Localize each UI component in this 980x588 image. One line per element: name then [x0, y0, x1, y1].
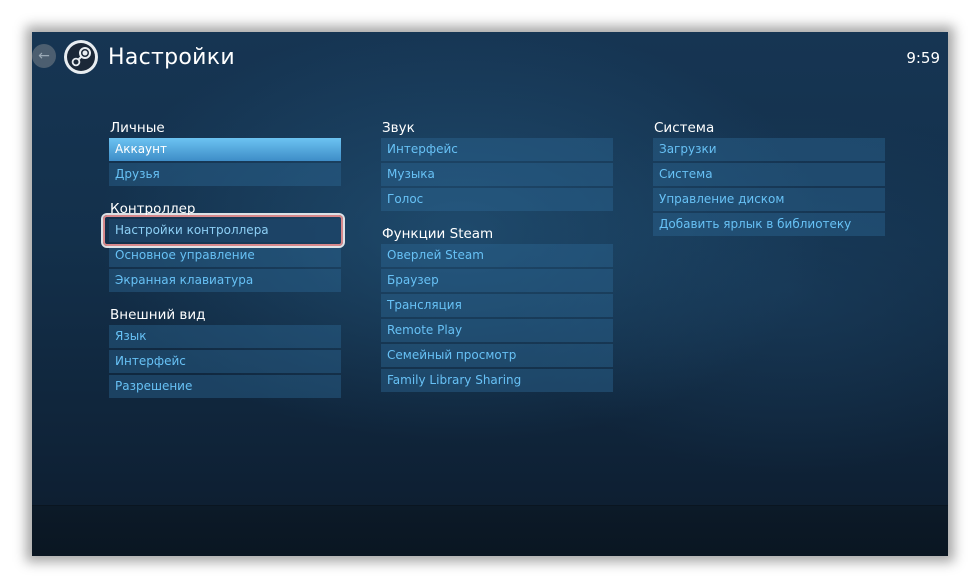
menu-item-storage-manager[interactable]: Управление диском	[653, 188, 885, 211]
menu-item-broadcasting[interactable]: Трансляция	[381, 294, 613, 317]
menu-item-browser[interactable]: Браузер	[381, 269, 613, 292]
menu-item-friends[interactable]: Друзья	[109, 163, 341, 186]
section-title-appearance: Внешний вид	[110, 307, 206, 323]
menu-item-voice[interactable]: Голос	[381, 188, 613, 211]
section-title-sound: Звук	[382, 120, 415, 136]
menu-item-language[interactable]: Язык	[109, 325, 341, 348]
menu-item-remote-play[interactable]: Remote Play	[381, 319, 613, 342]
menu-item-downloads[interactable]: Загрузки	[653, 138, 885, 161]
menu-item-interface[interactable]: Интерфейс	[109, 350, 341, 373]
menu-item-controller-settings[interactable]: Настройки контроллера	[109, 219, 341, 242]
menu-item-base-configuration[interactable]: Основное управление	[109, 244, 341, 267]
back-arrow-icon[interactable]: ←	[32, 44, 56, 68]
steam-big-picture-screen: ← Настройки 9:59 Личные Аккаунт Друзья К…	[32, 32, 948, 556]
menu-item-resolution[interactable]: Разрешение	[109, 375, 341, 398]
menu-item-system[interactable]: Система	[653, 163, 885, 186]
page-title: Настройки	[108, 45, 235, 70]
section-title-system: Система	[654, 120, 715, 136]
settings-column-3: Система Загрузки Система Управление диск…	[653, 118, 886, 238]
section-title-steam-features: Функции Steam	[382, 226, 494, 242]
steam-logo-icon	[64, 40, 98, 74]
menu-item-music[interactable]: Музыка	[381, 163, 613, 186]
menu-item-onscreen-keyboard[interactable]: Экранная клавиатура	[109, 269, 341, 292]
bottom-bar	[32, 505, 948, 556]
section-title-controller: Контроллер	[110, 201, 196, 217]
menu-item-steam-overlay[interactable]: Оверлей Steam	[381, 244, 613, 267]
menu-item-account[interactable]: Аккаунт	[109, 138, 341, 161]
settings-column-2: Звук Интерфейс Музыка Голос Функции Stea…	[381, 118, 614, 394]
clock: 9:59	[906, 49, 940, 67]
settings-column-1: Личные Аккаунт Друзья Контроллер Настрой…	[103, 118, 343, 400]
menu-item-family-library-sharing[interactable]: Family Library Sharing	[381, 369, 613, 392]
menu-item-add-library-shortcut[interactable]: Добавить ярлык в библиотеку	[653, 213, 885, 236]
section-title-personal: Личные	[110, 120, 165, 136]
menu-item-sound-interface[interactable]: Интерфейс	[381, 138, 613, 161]
menu-item-family-view[interactable]: Семейный просмотр	[381, 344, 613, 367]
